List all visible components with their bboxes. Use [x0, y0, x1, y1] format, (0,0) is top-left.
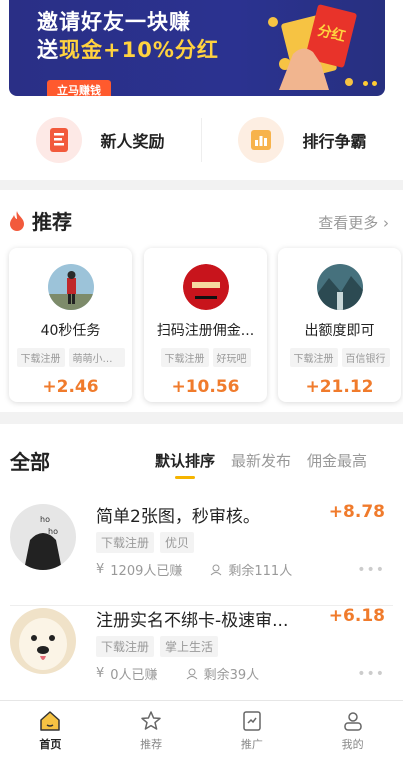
more-options-icon[interactable]: •••: [357, 562, 385, 578]
remaining-count: 剩余39人: [203, 668, 260, 683]
tab-home[interactable]: 首页: [0, 701, 101, 762]
tag: 下载注册: [16, 348, 65, 367]
task-tags: 下载注册 掌上生活: [96, 636, 219, 657]
task-avatar: [182, 264, 229, 310]
sort-newest[interactable]: 最新发布: [231, 450, 291, 471]
recommend-header: 推荐: [8, 206, 72, 235]
banner-cta-button[interactable]: 立马赚钱: [47, 80, 111, 96]
person-icon: [186, 668, 197, 679]
invite-banner[interactable]: 邀请好友一块赚 送现金+10%分红 立马赚钱 分红: [9, 0, 385, 96]
card-tags: 下载注册 百信银行: [278, 348, 401, 367]
quick-link-label: 新人奖励: [100, 132, 165, 151]
banner-headline: 邀请好友一块赚: [37, 10, 191, 34]
task-title: 简单2张图，秒审核。: [96, 507, 260, 527]
tab-label: 推广: [240, 738, 263, 751]
banner-pagination: [363, 81, 377, 86]
yen-icon: ¥: [96, 562, 105, 577]
all-tasks-section: 全部 默认排序 最新发布 佣金最高 ho ho 简单2张图，秒审核。 +8.78 …: [0, 424, 403, 700]
card-title: 扫码注册佣金...: [156, 323, 255, 339]
task-row[interactable]: 注册实名不绑卡-极速审... +6.18 下载注册 掌上生活 ¥ 0人已赚 剩余…: [0, 606, 403, 710]
card-tags: 下载注册 好玩吧: [144, 348, 267, 367]
person-icon: [211, 564, 222, 575]
banner-subline: 送现金+10%分红: [37, 34, 219, 64]
quick-link-label: 排行争霸: [302, 132, 367, 151]
tab-label: 首页: [39, 738, 62, 751]
task-meta: ¥ 0人已赚 剩余39人: [96, 664, 259, 683]
recommend-card[interactable]: 出额度即可 下载注册 百信银行 +21.12: [278, 248, 401, 402]
promote-icon: [243, 711, 261, 731]
recommend-section: 推荐 查看更多 › 40秒任务 下载注册 萌萌小苹... +2.46 扫码注册佣…: [0, 190, 403, 412]
card-price: +21.12: [305, 377, 374, 397]
task-price: +6.18: [328, 606, 385, 626]
red-envelope-hand-icon: 分红: [268, 4, 357, 90]
task-avatar: [10, 608, 76, 674]
recommend-card[interactable]: 扫码注册佣金... 下载注册 好玩吧 +10.56: [144, 248, 267, 402]
task-avatar: [316, 264, 363, 310]
task-title: 注册实名不绑卡-极速审...: [96, 611, 289, 631]
fire-icon: [10, 210, 24, 231]
tab-label: 推荐: [140, 738, 163, 751]
task-avatar: ho ho: [10, 504, 76, 570]
recommend-card[interactable]: 40秒任务 下载注册 萌萌小苹... +2.46: [9, 248, 132, 402]
tab-promote[interactable]: 推广: [202, 701, 303, 762]
home-page: 邀请好友一块赚 送现金+10%分红 立马赚钱 分红 新人奖励 排行争霸 推荐 查…: [0, 0, 403, 762]
card-price: +2.46: [42, 377, 99, 397]
earned-count: 1209人已赚: [110, 564, 183, 579]
task-row[interactable]: ho ho 简单2张图，秒审核。 +8.78 下载注册 优贝 ¥ 1209人已赚 …: [0, 502, 403, 606]
card-tags: 下载注册 萌萌小苹...: [9, 348, 132, 367]
svg-text:ho: ho: [40, 515, 50, 524]
tab-profile[interactable]: 我的: [302, 701, 403, 762]
sort-highest-commission[interactable]: 佣金最高: [307, 450, 367, 471]
tag: 掌上生活: [160, 636, 219, 657]
leaderboard-icon: [238, 117, 285, 163]
tag: 下载注册: [289, 348, 338, 367]
tag: 下载注册: [160, 348, 209, 367]
home-icon: [40, 711, 61, 731]
tab-label: 我的: [341, 738, 364, 751]
yen-icon: ¥: [96, 666, 105, 681]
new-user-reward-icon: [36, 117, 83, 163]
banner-subline-prefix: 送: [37, 38, 59, 62]
chevron-right-icon: ›: [383, 214, 389, 232]
card-title: 40秒任务: [40, 323, 101, 339]
task-meta: ¥ 1209人已赚 剩余111人: [96, 560, 292, 579]
task-price: +8.78: [328, 502, 385, 522]
tag: 萌萌小苹...: [68, 348, 125, 367]
tab-recommend[interactable]: 推荐: [101, 701, 202, 762]
tag: 优贝: [160, 532, 195, 553]
task-avatar: [47, 264, 94, 310]
task-tags: 下载注册 优贝: [96, 532, 195, 553]
banner-subline-highlight: 现金+10%分红: [59, 38, 219, 62]
remaining-count: 剩余111人: [228, 564, 293, 579]
tag: 下载注册: [96, 636, 155, 657]
sort-tabs: 默认排序 最新发布 佣金最高: [155, 450, 367, 479]
quick-link-new-user-reward[interactable]: 新人奖励: [0, 110, 201, 170]
view-more-label: 查看更多: [318, 214, 379, 232]
view-more-link[interactable]: 查看更多 ›: [318, 212, 389, 233]
bottom-tab-bar: 首页 推荐 推广 我的: [0, 700, 403, 762]
card-price: +10.56: [171, 377, 240, 397]
profile-icon: [343, 712, 362, 731]
svg-text:ho: ho: [48, 527, 58, 536]
quick-link-leaderboard[interactable]: 排行争霸: [202, 110, 403, 170]
quick-links: 新人奖励 排行争霸: [0, 100, 403, 180]
banner-section: 邀请好友一块赚 送现金+10%分红 立马赚钱 分红: [0, 0, 403, 100]
tag: 好玩吧: [212, 348, 251, 367]
earned-count: 0人已赚: [110, 668, 158, 683]
tag: 下载注册: [96, 532, 155, 553]
star-icon: [141, 711, 161, 730]
all-tasks-title: 全部: [10, 450, 50, 474]
recommend-title: 推荐: [32, 210, 72, 234]
sort-default[interactable]: 默认排序: [155, 450, 215, 479]
more-options-icon[interactable]: •••: [357, 666, 385, 682]
tag: 百信银行: [341, 348, 390, 367]
card-title: 出额度即可: [304, 323, 375, 339]
